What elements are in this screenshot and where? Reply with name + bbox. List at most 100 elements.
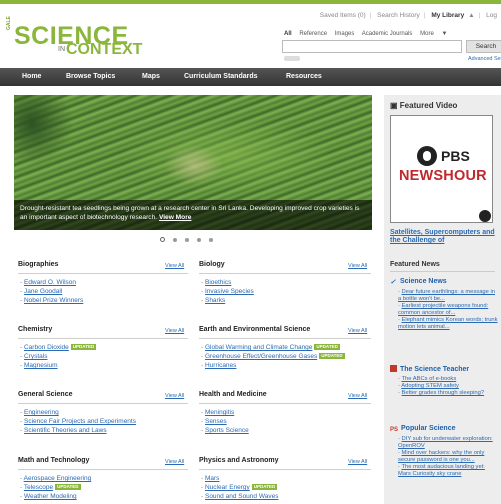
log-link[interactable]: Log [486,12,497,19]
topic-link[interactable]: Aerospace Engineering [24,475,92,482]
list-item[interactable]: Mind over hackers: why the only secure p… [398,450,498,464]
topic-link[interactable]: Meningitis [205,409,234,416]
carousel-dot[interactable] [160,237,165,242]
list-item[interactable]: The ABCs of e-books [398,376,498,383]
topic-link[interactable]: Scientific Theories and Laws [24,427,107,434]
list-item: Jane Goodall [20,287,83,296]
view-more-link[interactable]: View More [159,214,192,221]
topic-link[interactable]: Sharks [205,297,225,304]
divider [199,403,371,404]
list-item: Sound and Sound Waves [201,492,278,501]
list-item[interactable]: Better grades through sleeping? [398,390,498,397]
chevron-up-icon: ▲ [468,12,475,19]
section-heading-biographies: Biographies [18,261,59,268]
view-all-general-science[interactable]: View All [165,393,184,399]
advanced-search-link[interactable]: Advanced Se [468,56,501,62]
my-library-link[interactable]: My Library [431,12,464,19]
topic-link[interactable]: Hurricanes [205,362,236,369]
source-popular-science[interactable]: PS Popular Science [390,425,455,434]
topic-link[interactable]: Carbon Dioxide [24,344,69,351]
source-science-teacher[interactable]: The Science Teacher [390,365,469,373]
topic-link[interactable]: Weather Modeling [24,493,77,500]
featured-video-thumbnail[interactable]: PBS NEWSHOUR [390,115,493,223]
topic-link[interactable]: Jane Goodall [24,288,62,295]
view-all-physics-and-astronomy[interactable]: View All [348,459,367,465]
tab-all[interactable]: All [284,31,292,37]
logo-gale: GALE [6,16,12,30]
nav-maps[interactable]: Maps [142,68,160,86]
topic-link[interactable]: Telescope [24,484,53,491]
view-all-earth-and-environmental-science[interactable]: View All [348,328,367,334]
topic-link[interactable]: Crystals [24,353,47,360]
list-item: Greenhouse Effect/Greenhouse GasesUPDATE… [201,352,345,361]
divider [199,469,371,470]
topic-link[interactable]: Global Warming and Climate Change [205,344,312,351]
list-item: TelescopeUPDATED [20,483,91,492]
topic-list: Engineering Science Fair Projects and Exp… [20,408,136,435]
updated-badge: UPDATED [55,484,81,490]
nav-resources[interactable]: Resources [286,68,322,86]
top-accent-bar [0,0,501,4]
topic-link[interactable]: Sports Science [205,427,249,434]
site-logo[interactable]: GALE SCIENCE IN CONTEXT [6,16,142,60]
list-item: Sharks [201,296,254,305]
list-item: Sports Science [201,426,249,435]
topic-list: Global Warming and Climate ChangeUPDATED… [201,343,345,370]
list-item[interactable]: Adopting STEM safety [398,383,498,390]
search-button[interactable]: Search [466,40,501,53]
list-item[interactable]: Dear future earthlings: a message in a b… [398,289,498,303]
tab-academic-journals[interactable]: Academic Journals [362,31,413,37]
topic-list: Meningitis Senses Sports Science [201,408,249,435]
tab-more[interactable]: More ▼ [420,31,453,37]
list-item[interactable]: The most audacious landing yet: Mars Cur… [398,464,498,478]
nav-curriculum-standards[interactable]: Curriculum Standards [184,68,258,86]
list-item: Edward O. Wilson [20,278,83,287]
divider [199,338,371,339]
topic-link[interactable]: Invasive Species [205,288,254,295]
utility-links: Saved Items (0) | Search History | My Libr… [319,12,497,19]
tab-images[interactable]: Images [335,31,355,37]
list-item: Weather Modeling [20,492,91,501]
carousel-dot[interactable] [185,238,189,242]
tab-reference[interactable]: Reference [299,31,327,37]
topic-link[interactable]: Sound and Sound Waves [205,493,278,500]
hero-image[interactable]: Drought-resistant tea seedlings being gr… [14,95,372,230]
topic-link[interactable]: Engineering [24,409,59,416]
topic-list: Bioethics Invasive Species Sharks [201,278,254,305]
search-history-link[interactable]: Search History [377,12,420,19]
list-item[interactable]: Elephant mimics Korean words; trunk moti… [398,317,498,331]
topic-link[interactable]: Edward O. Wilson [24,279,76,286]
list-item[interactable]: Earliest projectile weapons found: commo… [398,303,498,317]
view-all-biology[interactable]: View All [348,263,367,269]
view-all-biographies[interactable]: View All [165,263,184,269]
topic-link[interactable]: Magnesium [24,362,58,369]
list-item: Science Fair Projects and Experiments [20,417,136,426]
carousel-dot[interactable] [209,238,213,242]
section-heading-earth-and-environmental-science: Earth and Environmental Science [199,326,311,333]
updated-badge: UPDATED [70,344,97,350]
featured-video-link[interactable]: Satellites, Supercomputers and the Chall… [390,229,498,245]
list-item: Bioethics [201,278,254,287]
topic-link[interactable]: Science Fair Projects and Experiments [24,418,136,425]
carousel-dot[interactable] [197,238,201,242]
topic-link[interactable]: Mars [205,475,219,482]
divider [18,403,188,404]
topic-link[interactable]: Bioethics [205,279,231,286]
search-options-toggle[interactable] [284,56,300,61]
saved-items-link[interactable]: Saved Items (0) [320,12,366,19]
carousel-dot[interactable] [173,238,177,242]
view-all-health-and-medicine[interactable]: View All [348,393,367,399]
source-science-news[interactable]: ✓ Science News [390,278,447,286]
view-all-chemistry[interactable]: View All [165,328,184,334]
list-item[interactable]: DIY sub for underwater exploration: Open… [398,436,498,450]
topic-link[interactable]: Greenhouse Effect/Greenhouse Gases [205,353,317,360]
search-input[interactable] [282,40,462,53]
nav-browse-topics[interactable]: Browse Topics [66,68,115,86]
topic-list: MarsNuclear EnergyUPDATEDSound and Sound… [201,474,278,501]
video-icon: ▣ [390,101,398,110]
topic-link[interactable]: Senses [205,418,227,425]
topic-link[interactable]: Nobel Prize Winners [24,297,83,304]
nav-home[interactable]: Home [22,68,41,86]
topic-link[interactable]: Nuclear Energy [205,484,250,491]
view-all-math-and-technology[interactable]: View All [165,459,184,465]
